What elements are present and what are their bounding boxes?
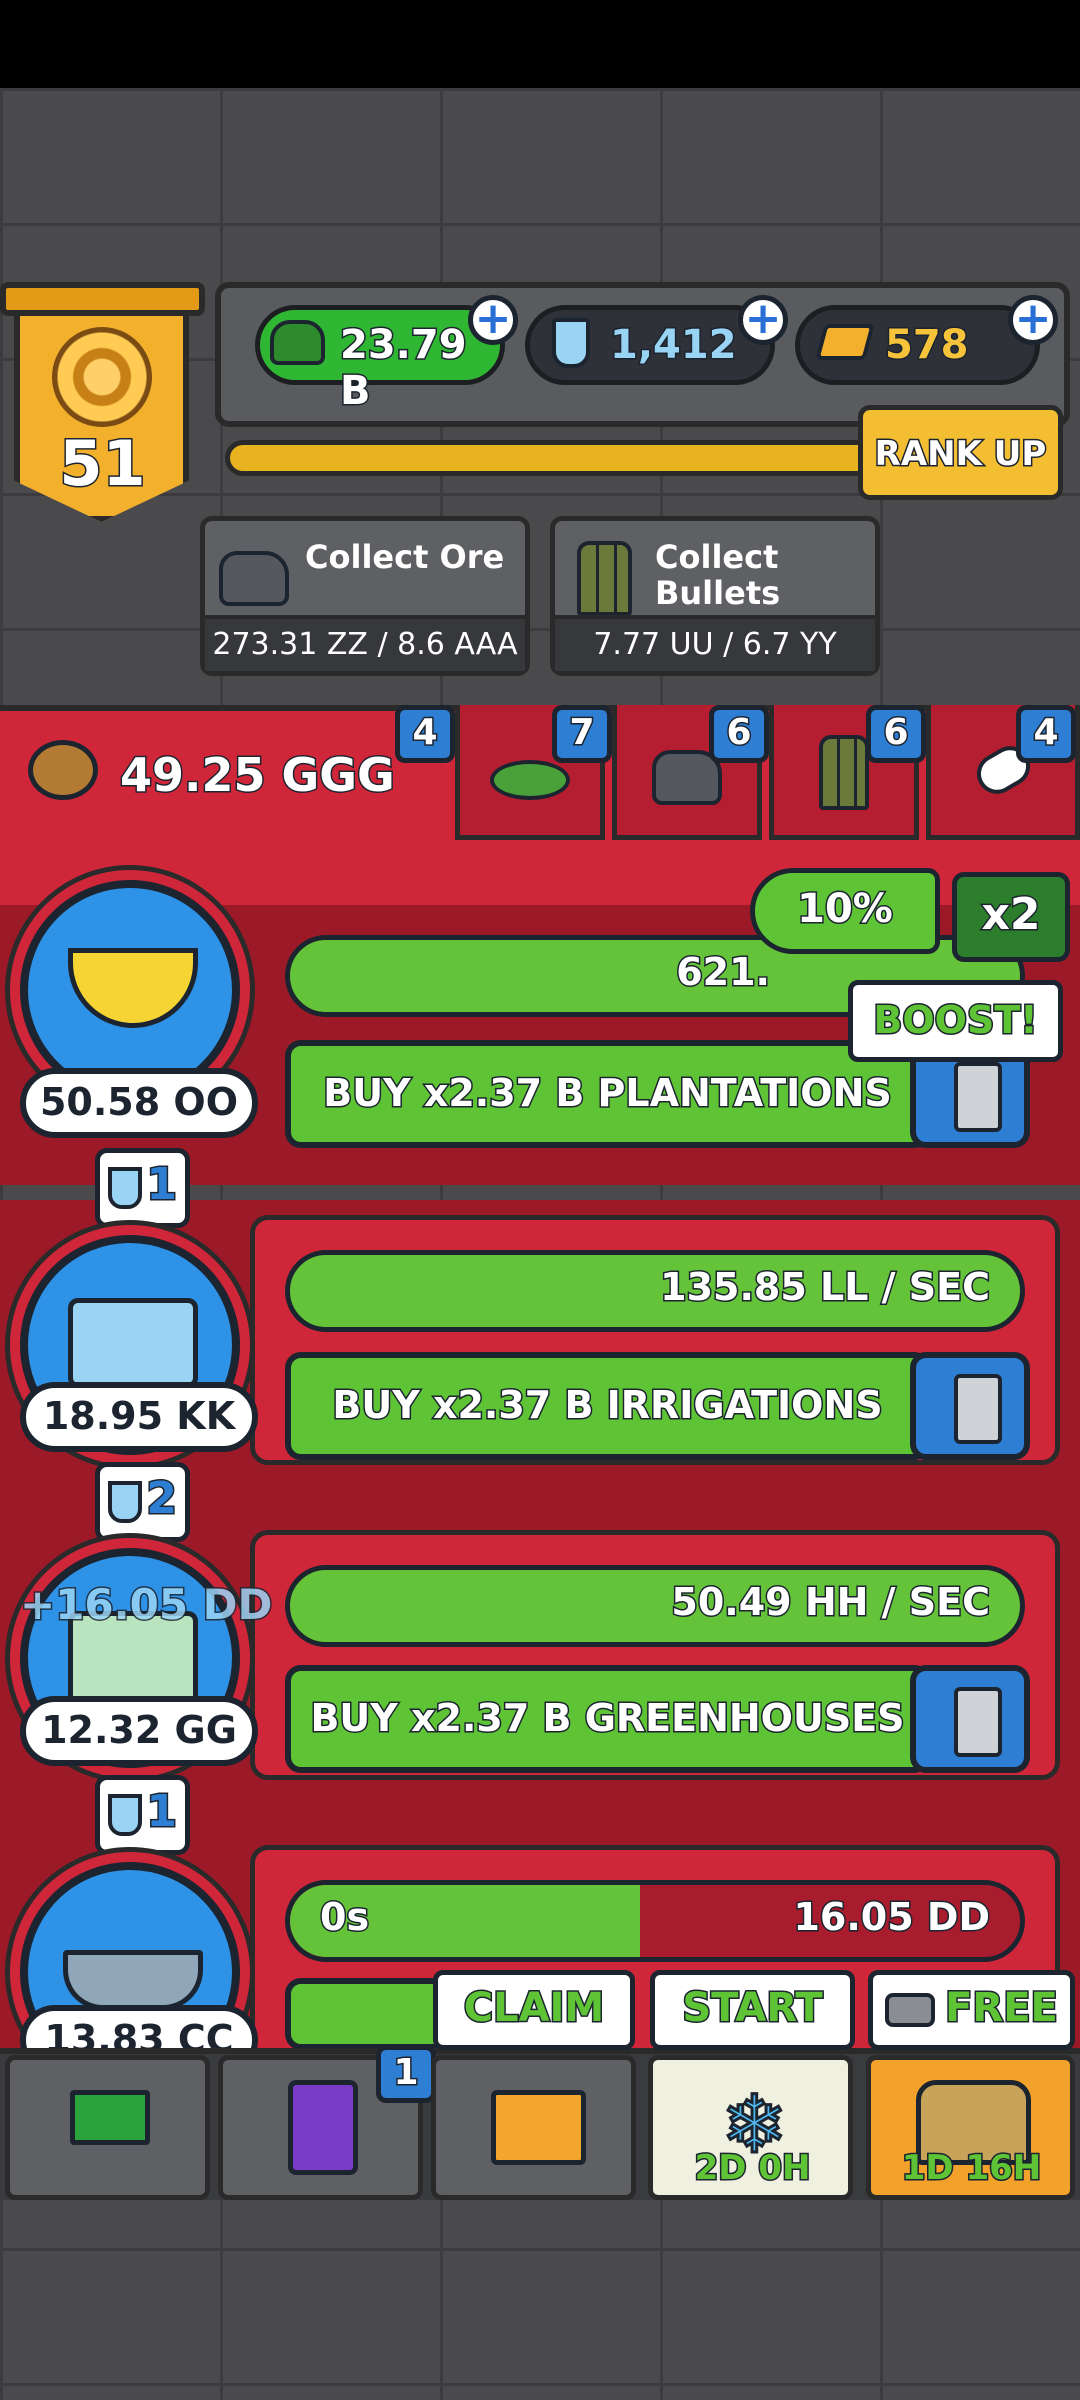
plantation-rate: 621.: [675, 949, 772, 996]
resource-amount: 49.25 GGG: [119, 747, 397, 804]
rank-progress-bar: [225, 440, 925, 476]
boost-button[interactable]: BOOST!: [848, 980, 1063, 1062]
cash-icon: [270, 320, 325, 365]
ticket-icon: [885, 1993, 936, 2027]
tab-badge: 6: [709, 705, 769, 763]
science-value: 1,412: [609, 321, 739, 370]
flask-icon: [552, 318, 590, 368]
research-flask[interactable]: 2: [95, 1462, 190, 1542]
flask-count: 1: [145, 1785, 179, 1839]
greenhouse-amount: 12.32 GG: [20, 1696, 258, 1766]
potato-icon: [28, 740, 98, 800]
status-bar: [0, 0, 1080, 88]
irrigation-rate: 135.85 LL / SEC: [659, 1264, 992, 1311]
tab-badge: 7: [552, 705, 612, 763]
boat-icon: [63, 1950, 203, 2010]
add-science-button[interactable]: +: [738, 295, 788, 345]
gold-currency[interactable]: 578: [795, 305, 1040, 385]
player-level: 51: [58, 426, 147, 502]
flask-icon: [108, 1167, 142, 1209]
fourth-timer: 0s: [318, 1894, 370, 1941]
banner-rod: [0, 282, 205, 316]
collect-ore-box[interactable]: Collect Ore 273.31 ZZ / 8.6 AAA: [200, 516, 530, 676]
flask-icon: [108, 1481, 142, 1523]
nav-missions-button[interactable]: [431, 2055, 636, 2200]
free-button[interactable]: FREE: [868, 1970, 1075, 2050]
tab-badge: 4: [395, 705, 455, 763]
start-timer: 2D 0H: [693, 2147, 812, 2190]
plantation-tab-icon: [490, 760, 570, 800]
gold-value: 578: [884, 321, 970, 370]
cards-icon: [288, 2080, 358, 2175]
flask-count: 1: [145, 1158, 179, 1212]
fourth-rate: 16.05 DD: [792, 1894, 992, 1941]
buy-greenhouses-button[interactable]: BUY x2.37 B GREENHOUSES: [285, 1665, 930, 1773]
add-cash-button[interactable]: +: [468, 295, 518, 345]
red-flag-icon: [70, 2090, 150, 2145]
level-banner[interactable]: 51: [0, 282, 205, 532]
flask-count: 2: [145, 1472, 179, 1526]
collect-bullets-label: Collect Bullets: [655, 538, 781, 612]
collect-bullets-box[interactable]: Collect Bullets 7.77 UU / 6.7 YY: [550, 516, 880, 676]
plantation-amount: 50.58 OO: [20, 1068, 258, 1138]
irrigation-progress: 135.85 LL / SEC: [285, 1250, 1025, 1332]
research-flask[interactable]: 1: [95, 1775, 190, 1855]
irrigation-amount: 18.95 KK: [20, 1382, 258, 1452]
rank-cog-icon: [52, 327, 152, 427]
nav-army-button[interactable]: [5, 2055, 210, 2200]
x2-boost-button[interactable]: x2: [952, 872, 1070, 962]
water-tank-icon: [68, 1298, 198, 1388]
plantation-icon[interactable]: [20, 880, 240, 1100]
bullets-tab-icon: [819, 735, 869, 810]
fourth-progress: 0s 16.05 DD: [285, 1880, 1025, 1962]
folder-icon: [491, 2090, 586, 2165]
collect-ore-label: Collect Ore: [305, 538, 505, 576]
gold-bar-icon: [815, 324, 875, 360]
cards-badge: 1: [376, 2045, 436, 2103]
free-label: FREE: [944, 1984, 1060, 2033]
claim-button[interactable]: CLAIM: [433, 1970, 635, 2050]
start-button[interactable]: START: [650, 1970, 855, 2050]
buy-irrigations-button[interactable]: BUY x2.37 B IRRIGATIONS: [285, 1352, 930, 1460]
free-timer: 1D 16H: [900, 2147, 1043, 2190]
research-flask[interactable]: 1: [95, 1148, 190, 1228]
greenhouse-card-button[interactable]: [910, 1665, 1030, 1773]
tab-badge: 4: [1016, 705, 1076, 763]
bullets-icon: [577, 541, 632, 616]
greenhouse-progress: 50.49 HH / SEC: [285, 1565, 1025, 1647]
banana-icon: [68, 948, 198, 1028]
irrigation-card-button[interactable]: [910, 1352, 1030, 1460]
floating-gain-text: +16.05 DD: [18, 1579, 273, 1631]
collect-ore-value: 273.31 ZZ / 8.6 AAA: [205, 615, 525, 671]
collect-bullets-value: 7.77 UU / 6.7 YY: [555, 615, 875, 671]
tab-badge: 6: [866, 705, 926, 763]
add-gold-button[interactable]: +: [1008, 295, 1058, 345]
greenhouse-rate: 50.49 HH / SEC: [670, 1579, 992, 1626]
flask-icon: [108, 1794, 142, 1836]
buy-plantations-button[interactable]: BUY x2.37 B PLANTATIONS: [285, 1040, 930, 1148]
ore-icon: [219, 551, 289, 606]
boost-percent: 10%: [750, 868, 940, 954]
rank-up-button[interactable]: RANK UP: [858, 405, 1063, 500]
